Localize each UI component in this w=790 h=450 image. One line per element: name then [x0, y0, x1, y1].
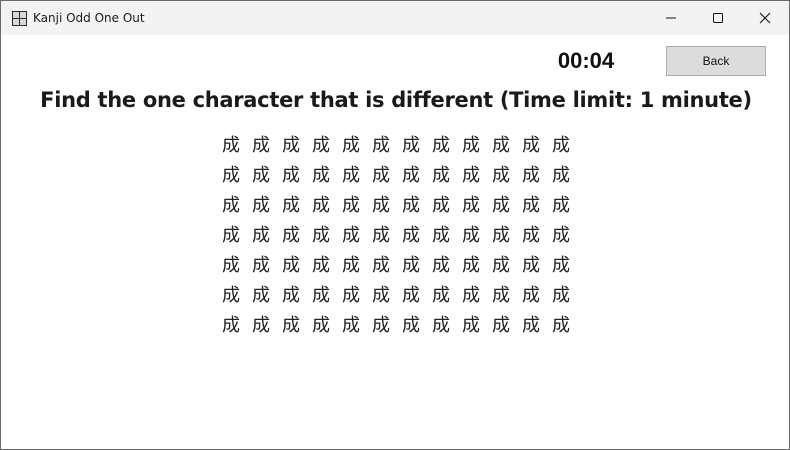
kanji-cell[interactable]: 成	[486, 219, 516, 249]
kanji-cell[interactable]: 成	[516, 309, 546, 339]
kanji-cell[interactable]: 成	[276, 189, 306, 219]
kanji-cell[interactable]: 成	[546, 129, 576, 159]
kanji-cell[interactable]: 成	[246, 159, 276, 189]
kanji-cell[interactable]: 成	[396, 309, 426, 339]
kanji-cell[interactable]: 成	[336, 159, 366, 189]
kanji-cell[interactable]: 成	[306, 129, 336, 159]
kanji-cell[interactable]: 成	[456, 309, 486, 339]
kanji-cell[interactable]: 成	[396, 159, 426, 189]
kanji-cell[interactable]: 成	[426, 129, 456, 159]
kanji-cell[interactable]: 成	[216, 279, 246, 309]
kanji-cell[interactable]: 成	[246, 219, 276, 249]
minimize-icon	[666, 17, 676, 19]
kanji-cell[interactable]: 成	[306, 309, 336, 339]
kanji-cell[interactable]: 成	[276, 279, 306, 309]
kanji-cell[interactable]: 成	[546, 279, 576, 309]
kanji-cell[interactable]: 成	[486, 309, 516, 339]
app-window: Kanji Odd One Out 00:04 Back Find the on…	[0, 0, 790, 450]
kanji-cell[interactable]: 成	[426, 219, 456, 249]
kanji-cell[interactable]: 成	[276, 219, 306, 249]
kanji-cell[interactable]: 成	[396, 279, 426, 309]
kanji-cell[interactable]: 成	[336, 189, 366, 219]
kanji-cell[interactable]: 成	[516, 249, 546, 279]
kanji-cell[interactable]: 成	[306, 249, 336, 279]
kanji-cell[interactable]: 成	[246, 189, 276, 219]
kanji-cell[interactable]: 成	[276, 249, 306, 279]
kanji-cell[interactable]: 成	[516, 189, 546, 219]
kanji-grid: 成成成成成成成成成成成成成成成成成成成成成成成成成成成成成成成成成成成成成成成成…	[216, 129, 576, 339]
kanji-cell[interactable]: 成	[336, 219, 366, 249]
kanji-cell[interactable]: 成	[276, 159, 306, 189]
kanji-cell[interactable]: 成	[396, 129, 426, 159]
close-button[interactable]	[742, 1, 788, 35]
kanji-cell[interactable]: 成	[486, 279, 516, 309]
close-icon	[759, 12, 771, 24]
kanji-cell[interactable]: 成	[516, 129, 546, 159]
kanji-cell[interactable]: 成	[216, 309, 246, 339]
kanji-cell[interactable]: 成	[366, 279, 396, 309]
kanji-cell[interactable]: 成	[366, 249, 396, 279]
kanji-cell[interactable]: 成	[306, 159, 336, 189]
kanji-cell[interactable]: 成	[486, 159, 516, 189]
kanji-cell[interactable]: 成	[486, 189, 516, 219]
kanji-cell[interactable]: 成	[456, 279, 486, 309]
kanji-cell[interactable]: 成	[546, 189, 576, 219]
timer-display: 00:04	[557, 48, 615, 73]
maximize-button[interactable]	[695, 1, 741, 35]
kanji-cell[interactable]: 成	[246, 249, 276, 279]
kanji-cell[interactable]: 成	[546, 159, 576, 189]
kanji-cell[interactable]: 成	[246, 129, 276, 159]
window-title: Kanji Odd One Out	[33, 11, 145, 25]
kanji-cell[interactable]: 成	[426, 279, 456, 309]
kanji-cell[interactable]: 成	[456, 249, 486, 279]
kanji-cell[interactable]: 成	[456, 159, 486, 189]
kanji-cell[interactable]: 成	[336, 309, 366, 339]
kanji-cell[interactable]: 成	[426, 249, 456, 279]
kanji-cell[interactable]: 成	[366, 159, 396, 189]
kanji-cell[interactable]: 成	[396, 249, 426, 279]
kanji-cell[interactable]: 成	[366, 219, 396, 249]
kanji-cell[interactable]: 成	[276, 129, 306, 159]
kanji-cell[interactable]: 成	[306, 189, 336, 219]
kanji-cell[interactable]: 成	[456, 129, 486, 159]
kanji-cell[interactable]: 成	[486, 129, 516, 159]
title-bar[interactable]: Kanji Odd One Out	[1, 1, 789, 35]
kanji-cell[interactable]: 成	[216, 129, 246, 159]
kanji-cell[interactable]: 成	[366, 129, 396, 159]
kanji-cell[interactable]: 成	[516, 159, 546, 189]
kanji-cell[interactable]: 成	[336, 249, 366, 279]
kanji-cell[interactable]: 成	[366, 309, 396, 339]
kanji-cell[interactable]: 成	[396, 219, 426, 249]
kanji-cell[interactable]: 成	[486, 249, 516, 279]
kanji-cell[interactable]: 成	[306, 279, 336, 309]
kanji-cell[interactable]: 成	[426, 159, 456, 189]
kanji-cell[interactable]: 成	[426, 309, 456, 339]
maximize-icon	[713, 13, 723, 23]
kanji-cell[interactable]: 成	[546, 309, 576, 339]
kanji-cell[interactable]: 成	[396, 189, 426, 219]
kanji-cell[interactable]: 成	[216, 249, 246, 279]
kanji-cell[interactable]: 成	[336, 129, 366, 159]
kanji-cell[interactable]: 成	[246, 309, 276, 339]
back-button[interactable]: Back	[666, 46, 766, 76]
kanji-cell[interactable]: 成	[366, 189, 396, 219]
minimize-button[interactable]	[648, 1, 694, 35]
instruction-text: Find the one character that is different…	[40, 88, 752, 112]
kanji-cell[interactable]: 成	[516, 219, 546, 249]
kanji-cell[interactable]: 成	[276, 309, 306, 339]
kanji-cell[interactable]: 成	[336, 279, 366, 309]
kanji-cell[interactable]: 成	[516, 279, 546, 309]
kanji-cell[interactable]: 成	[546, 219, 576, 249]
kanji-cell[interactable]: 成	[216, 189, 246, 219]
kanji-cell[interactable]: 成	[216, 159, 246, 189]
kanji-cell[interactable]: 成	[456, 189, 486, 219]
kanji-cell[interactable]: 成	[426, 189, 456, 219]
kanji-cell[interactable]: 成	[216, 219, 246, 249]
kanji-cell[interactable]: 成	[306, 219, 336, 249]
app-icon	[12, 11, 27, 26]
kanji-cell[interactable]: 成	[546, 249, 576, 279]
kanji-cell[interactable]: 成	[456, 219, 486, 249]
kanji-cell[interactable]: 成	[246, 279, 276, 309]
